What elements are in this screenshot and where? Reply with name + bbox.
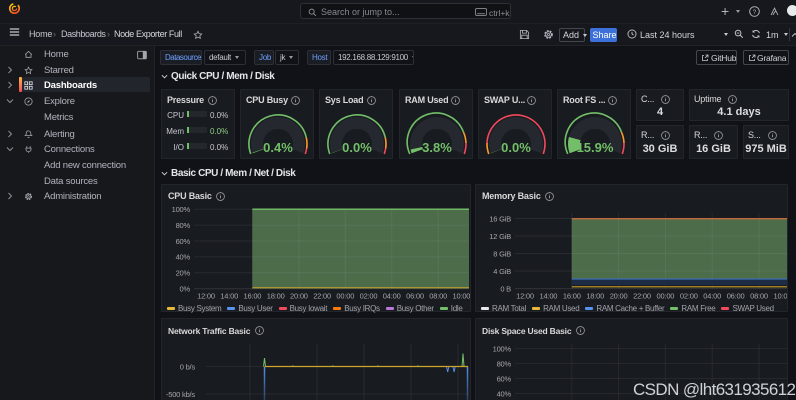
svg-text:06:00: 06:00 (727, 292, 745, 301)
svg-text:60%: 60% (176, 237, 191, 246)
svg-text:14:00: 14:00 (540, 292, 558, 301)
svg-text:40%: 40% (497, 389, 512, 398)
svg-text:04:00: 04:00 (703, 292, 721, 301)
svg-text:12:00: 12:00 (197, 292, 215, 301)
svg-text:16 GiB: 16 GiB (489, 214, 511, 223)
svg-text:100%: 100% (172, 205, 191, 214)
svg-text:100%: 100% (493, 344, 512, 353)
svg-text:40%: 40% (176, 253, 191, 262)
svg-text:00:00: 00:00 (657, 292, 675, 301)
svg-text:10:00: 10:00 (774, 292, 787, 301)
svg-text:18:00: 18:00 (586, 292, 604, 301)
svg-text:16:00: 16:00 (244, 292, 262, 301)
svg-text:12:00: 12:00 (516, 292, 534, 301)
svg-text:08:00: 08:00 (750, 292, 768, 301)
svg-text:60%: 60% (497, 374, 512, 383)
svg-text:80%: 80% (497, 359, 512, 368)
svg-text:02:00: 02:00 (680, 292, 698, 301)
svg-text:12 GiB: 12 GiB (489, 232, 511, 241)
svg-text:80%: 80% (176, 221, 191, 230)
svg-text:0 B: 0 B (500, 284, 511, 293)
svg-text:02:00: 02:00 (360, 292, 378, 301)
svg-text:22:00: 22:00 (313, 292, 331, 301)
svg-text:-500 kb/s: -500 kb/s (166, 390, 195, 399)
svg-text:04:00: 04:00 (383, 292, 401, 301)
svg-text:08:00: 08:00 (429, 292, 447, 301)
svg-text:10:00: 10:00 (453, 292, 470, 301)
svg-text:06:00: 06:00 (406, 292, 424, 301)
svg-text:20%: 20% (176, 269, 191, 278)
svg-text:18:00: 18:00 (267, 292, 285, 301)
svg-text:8 GiB: 8 GiB (493, 249, 511, 258)
svg-text:?: ? (753, 8, 757, 15)
svg-text:14:00: 14:00 (220, 292, 238, 301)
svg-text:16:00: 16:00 (563, 292, 581, 301)
svg-text:22:00: 22:00 (633, 292, 651, 301)
svg-text:20:00: 20:00 (610, 292, 628, 301)
svg-text:0%: 0% (180, 285, 191, 294)
svg-text:20:00: 20:00 (290, 292, 308, 301)
svg-text:0 b/s: 0 b/s (180, 362, 196, 371)
svg-text:4 GiB: 4 GiB (493, 267, 511, 276)
svg-text:00:00: 00:00 (336, 292, 354, 301)
